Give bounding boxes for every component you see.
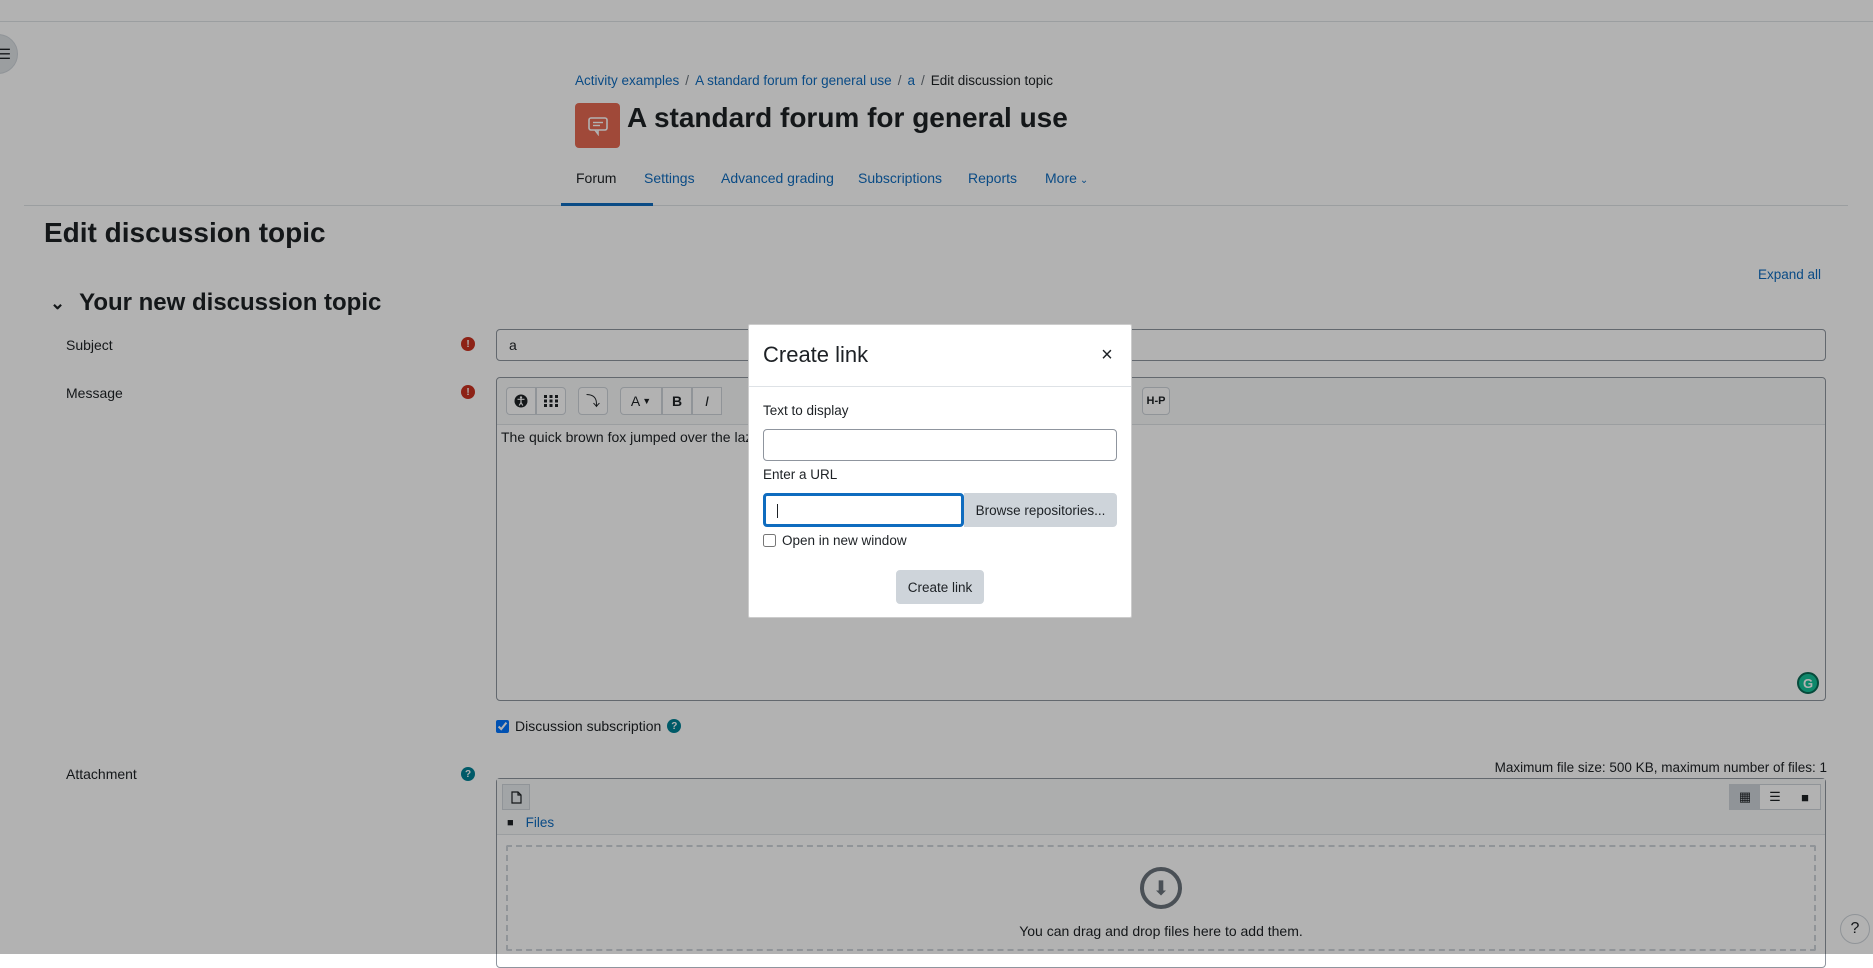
modal-title: Create link: [763, 342, 869, 367]
modal-header: Create link ×: [749, 325, 1131, 387]
url-label: Enter a URL: [763, 467, 838, 482]
open-new-window-checkbox[interactable]: [763, 534, 776, 547]
open-new-window-label: Open in new window: [782, 533, 907, 548]
close-icon: ×: [1101, 343, 1113, 366]
open-new-window[interactable]: Open in new window: [763, 533, 907, 548]
text-to-display-input[interactable]: [763, 429, 1117, 461]
url-input[interactable]: [763, 493, 964, 527]
text-caret: [777, 504, 778, 518]
text-to-display-label: Text to display: [763, 403, 849, 418]
close-button[interactable]: ×: [1097, 343, 1117, 367]
create-link-dialog: Create link × Text to display Enter a UR…: [748, 324, 1132, 618]
create-link-button[interactable]: Create link: [896, 570, 984, 604]
browse-repositories-button[interactable]: Browse repositories...: [964, 493, 1117, 527]
